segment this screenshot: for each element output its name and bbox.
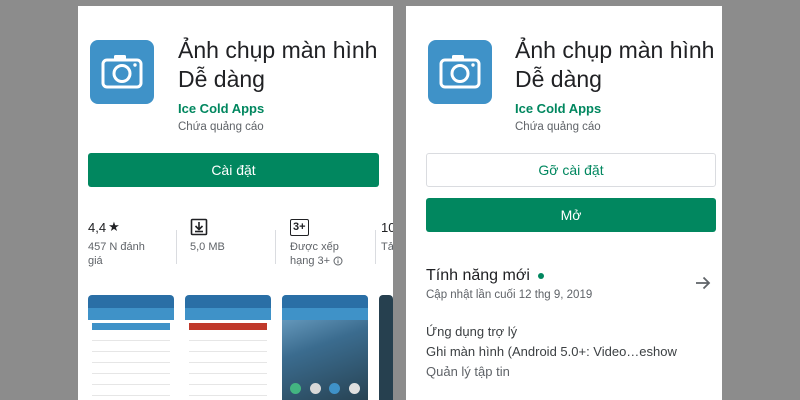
star-icon: ★: [108, 219, 120, 234]
content-rating-text-2: hạng 3+: [290, 255, 331, 267]
divider: [176, 230, 177, 264]
new-indicator-dot: [537, 273, 544, 279]
divider: [375, 230, 376, 264]
app-title-line-2: Dễ dàng: [515, 66, 602, 92]
open-button[interactable]: Mở: [426, 198, 716, 232]
ads-note: Chứa quảng cáo: [178, 121, 264, 133]
rating-value: 4,4: [88, 219, 107, 235]
app-title-line-2: Dễ dàng: [178, 66, 265, 92]
right-store-panel: Ảnh chụp màn hình Dễ dàng Ice Cold Apps …: [406, 6, 722, 400]
app-title-line-1: Ảnh chụp màn hình: [178, 37, 378, 63]
camera-icon: [439, 55, 481, 89]
downloads-value: 10: [381, 219, 393, 235]
uninstall-button[interactable]: Gỡ cài đặt: [426, 153, 716, 187]
last-updated: Cập nhật lần cuối 12 thg 9, 2019: [426, 289, 593, 301]
whats-new-list: Ứng dụng trợ lý Ghi màn hình (Android 5.…: [426, 322, 716, 382]
ads-note: Chứa quảng cáo: [515, 121, 601, 133]
content-rating-text: Được xếp: [290, 241, 339, 253]
divider: [275, 230, 276, 264]
whats-new-item: Ứng dụng trợ lý: [426, 324, 518, 339]
app-icon: [90, 40, 154, 104]
arrow-right-icon[interactable]: [694, 274, 712, 292]
downloads-stat: 10 Tả: [381, 216, 393, 286]
app-title-line-1: Ảnh chụp màn hình: [515, 37, 715, 63]
size-stat: 5,0 MB: [190, 216, 270, 286]
screenshot-thumbnail[interactable]: [185, 295, 271, 400]
app-size: 5,0 MB: [190, 241, 225, 253]
screenshot-carousel[interactable]: [88, 295, 393, 400]
downloads-label: Tả: [381, 241, 393, 253]
install-button[interactable]: Cài đặt: [88, 153, 379, 187]
developer-link[interactable]: Ice Cold Apps: [515, 101, 601, 116]
app-icon: [428, 40, 492, 104]
screenshot-thumbnail[interactable]: [379, 295, 393, 400]
info-icon[interactable]: [333, 256, 343, 266]
whats-new-label: Tính năng mới: [426, 267, 530, 284]
app-title: Ảnh chụp màn hình Dễ dàng: [515, 36, 722, 94]
left-store-panel: Ảnh chụp màn hình Dễ dàng Ice Cold Apps …: [78, 6, 393, 400]
app-title: Ảnh chụp màn hình Dễ dàng: [178, 36, 393, 94]
content-rating-stat[interactable]: 3+ Được xếp hạng 3+: [290, 216, 370, 286]
screenshot-thumbnail[interactable]: [88, 295, 174, 400]
whats-new-item: Ghi màn hình (Android 5.0+: Video…eshow: [426, 344, 677, 359]
rating-count: 457 N đánh: [88, 241, 145, 253]
stats-row: 4,4 ★ 457 N đánh giá 5,0 MB 3+ Được xếp …: [78, 216, 393, 286]
rating-stat[interactable]: 4,4 ★ 457 N đánh giá: [88, 216, 172, 286]
rating-count-suffix: giá: [88, 255, 103, 267]
whats-new-item: Quản lý tập tin: [426, 364, 510, 379]
content-rating-badge: 3+: [290, 218, 309, 236]
whats-new-title[interactable]: Tính năng mới: [426, 267, 544, 285]
camera-icon: [101, 55, 143, 89]
download-icon: [190, 218, 208, 236]
screenshot-thumbnail[interactable]: [282, 295, 368, 400]
developer-link[interactable]: Ice Cold Apps: [178, 101, 264, 116]
